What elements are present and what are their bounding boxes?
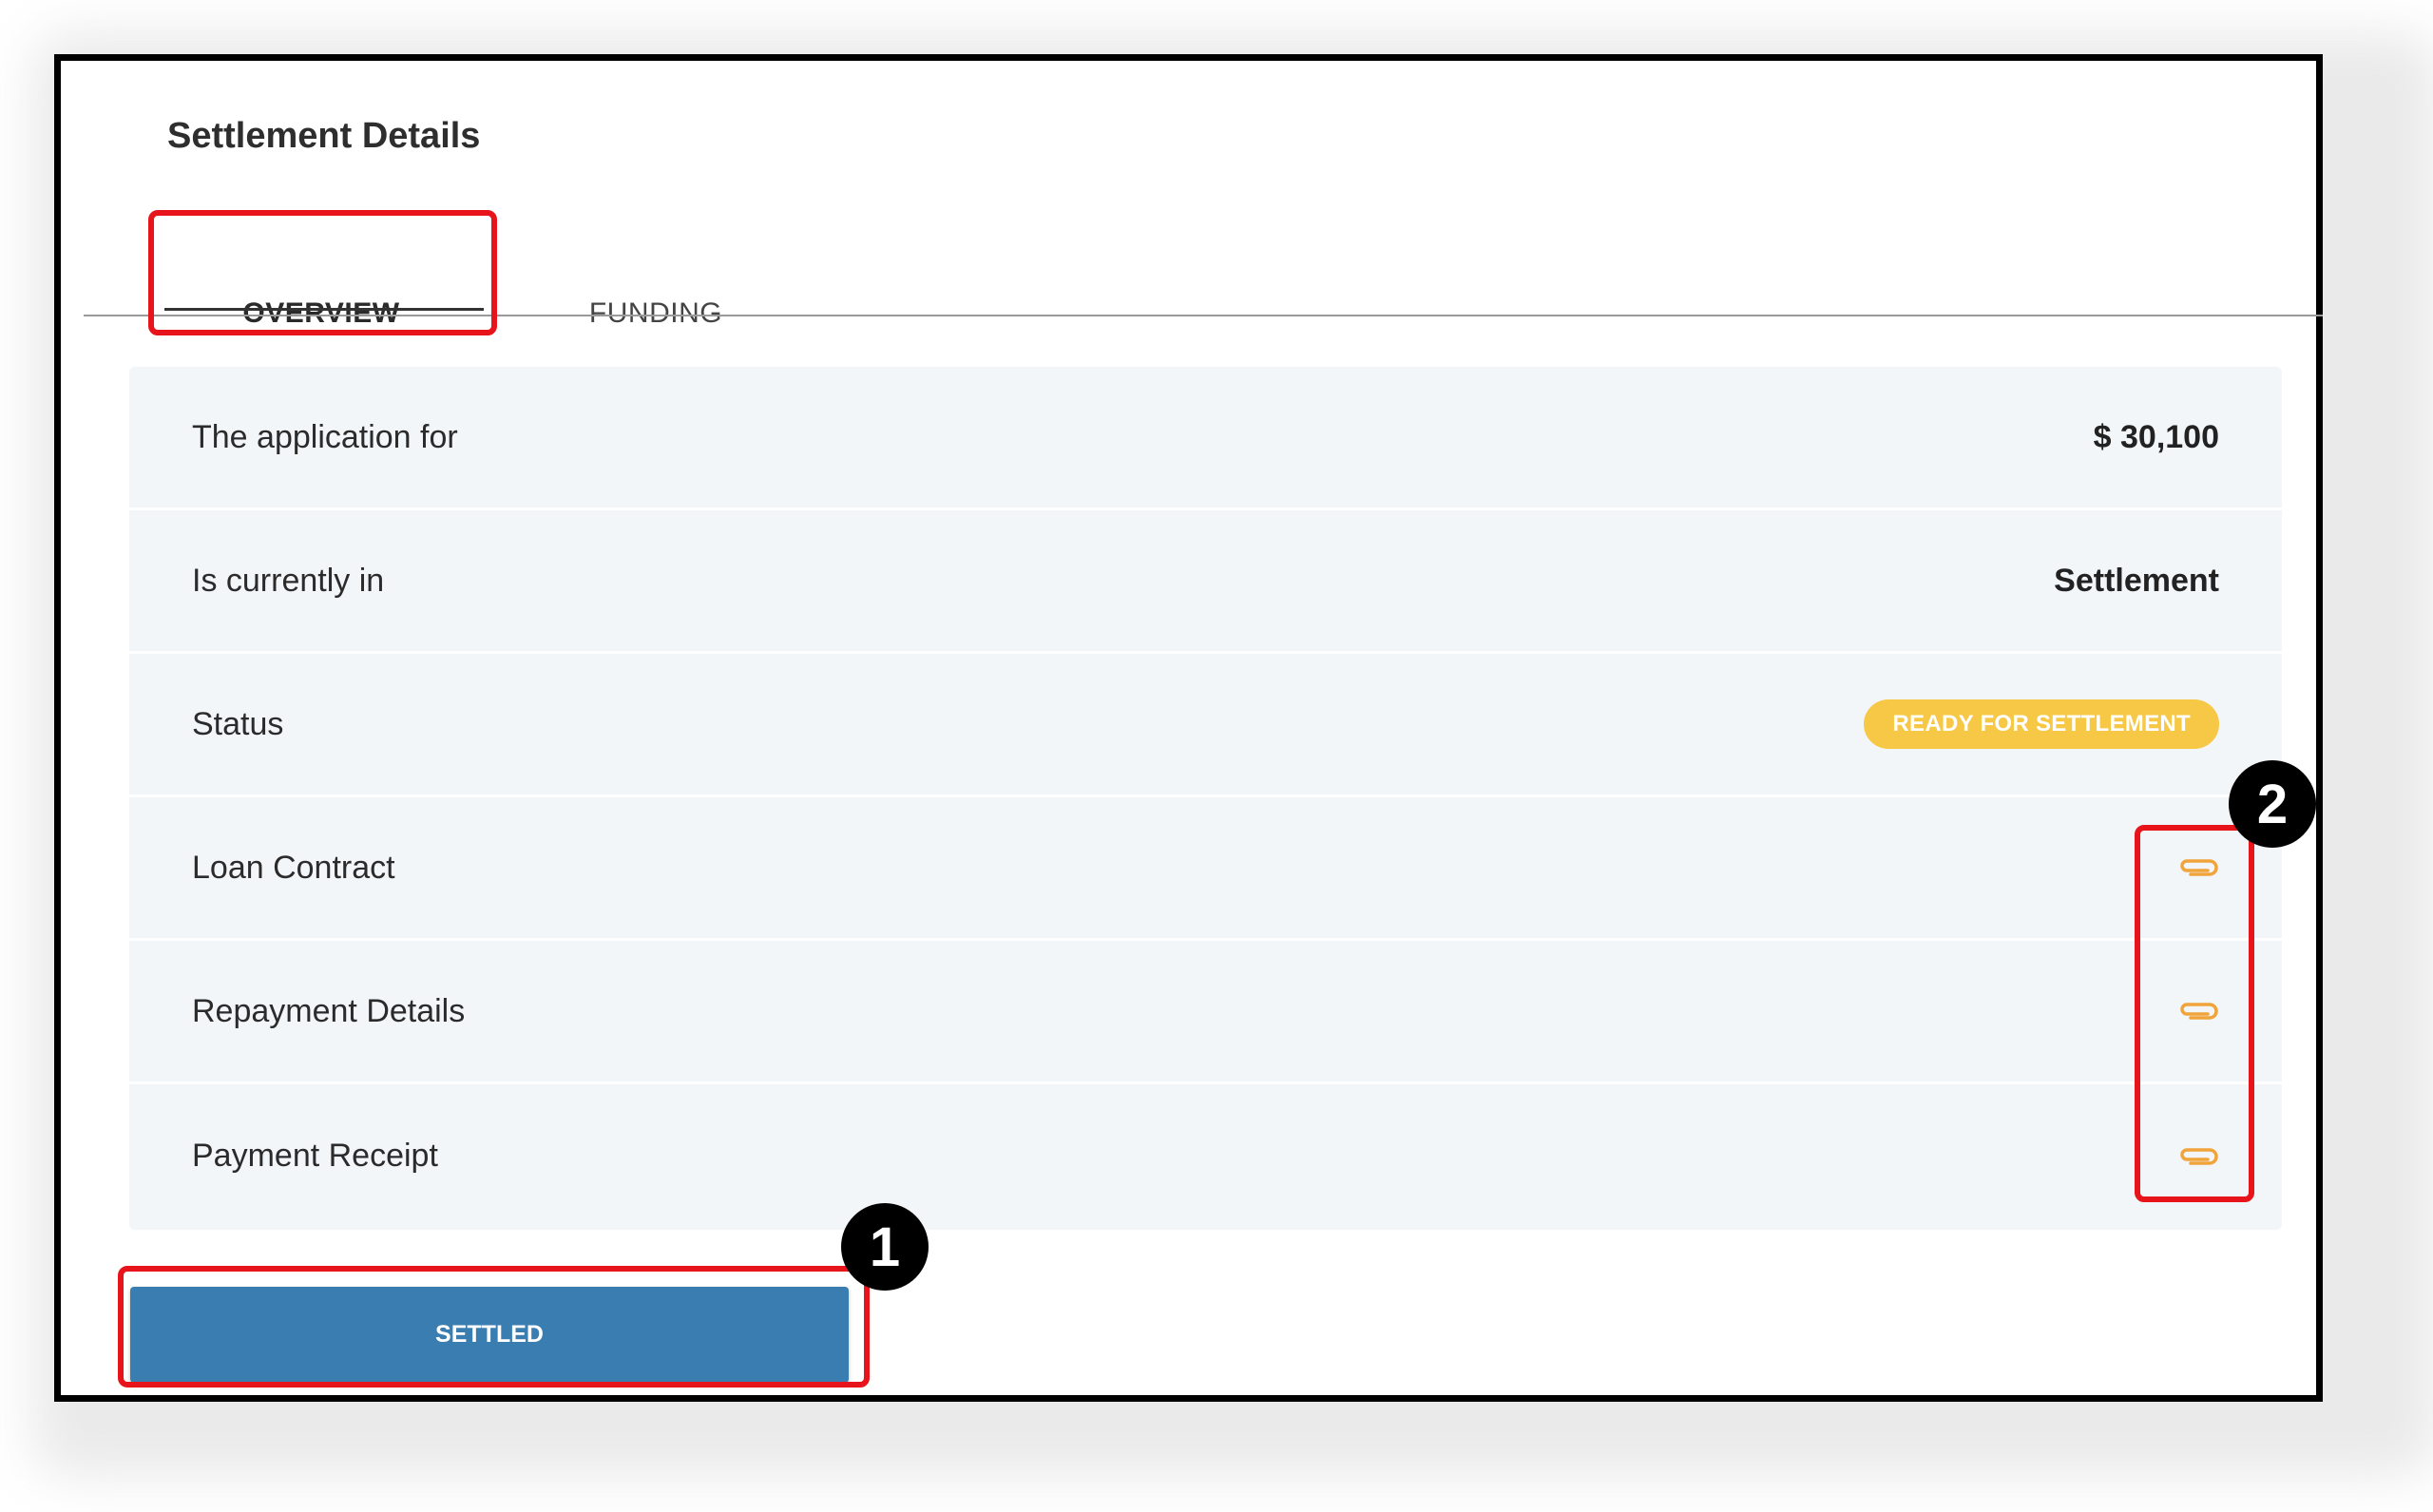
page-title: Settlement Details xyxy=(167,116,481,156)
row-current-stage: Is currently in Settlement xyxy=(129,510,2282,654)
row-label: Status xyxy=(192,705,284,742)
tabs-divider xyxy=(84,315,2323,316)
row-application-amount: The application for $ 30,100 xyxy=(129,367,2282,510)
paperclip-icon[interactable] xyxy=(2177,854,2219,881)
row-label: Loan Contract xyxy=(192,849,395,886)
active-tab-indicator xyxy=(164,308,484,311)
row-payment-receipt: Payment Receipt xyxy=(129,1084,2282,1228)
status-badge: READY FOR SETTLEMENT xyxy=(1864,699,2219,749)
row-repayment-details: Repayment Details xyxy=(129,941,2282,1084)
row-status: Status READY FOR SETTLEMENT xyxy=(129,654,2282,797)
application-amount: $ 30,100 xyxy=(2093,418,2219,455)
overview-panel: The application for $ 30,100 Is currentl… xyxy=(129,367,2282,1230)
row-label: The application for xyxy=(192,418,458,455)
tab-funding[interactable]: FUNDING xyxy=(494,257,817,371)
row-label: Payment Receipt xyxy=(192,1138,438,1174)
current-stage: Settlement xyxy=(2054,562,2219,599)
settled-button[interactable]: SETTLED xyxy=(130,1287,849,1383)
callout-2: 2 xyxy=(2229,760,2316,848)
row-loan-contract: Loan Contract xyxy=(129,797,2282,941)
tab-overview[interactable]: OVERVIEW xyxy=(164,257,478,371)
paperclip-icon[interactable] xyxy=(2177,1143,2219,1170)
row-label: Is currently in xyxy=(192,562,385,599)
settlement-details-window: Settlement Details OVERVIEW FUNDING The … xyxy=(54,54,2323,1402)
paperclip-icon[interactable] xyxy=(2177,998,2219,1024)
callout-1: 1 xyxy=(841,1203,929,1291)
tab-bar: OVERVIEW FUNDING xyxy=(61,257,2316,371)
row-label: Repayment Details xyxy=(192,992,466,1029)
